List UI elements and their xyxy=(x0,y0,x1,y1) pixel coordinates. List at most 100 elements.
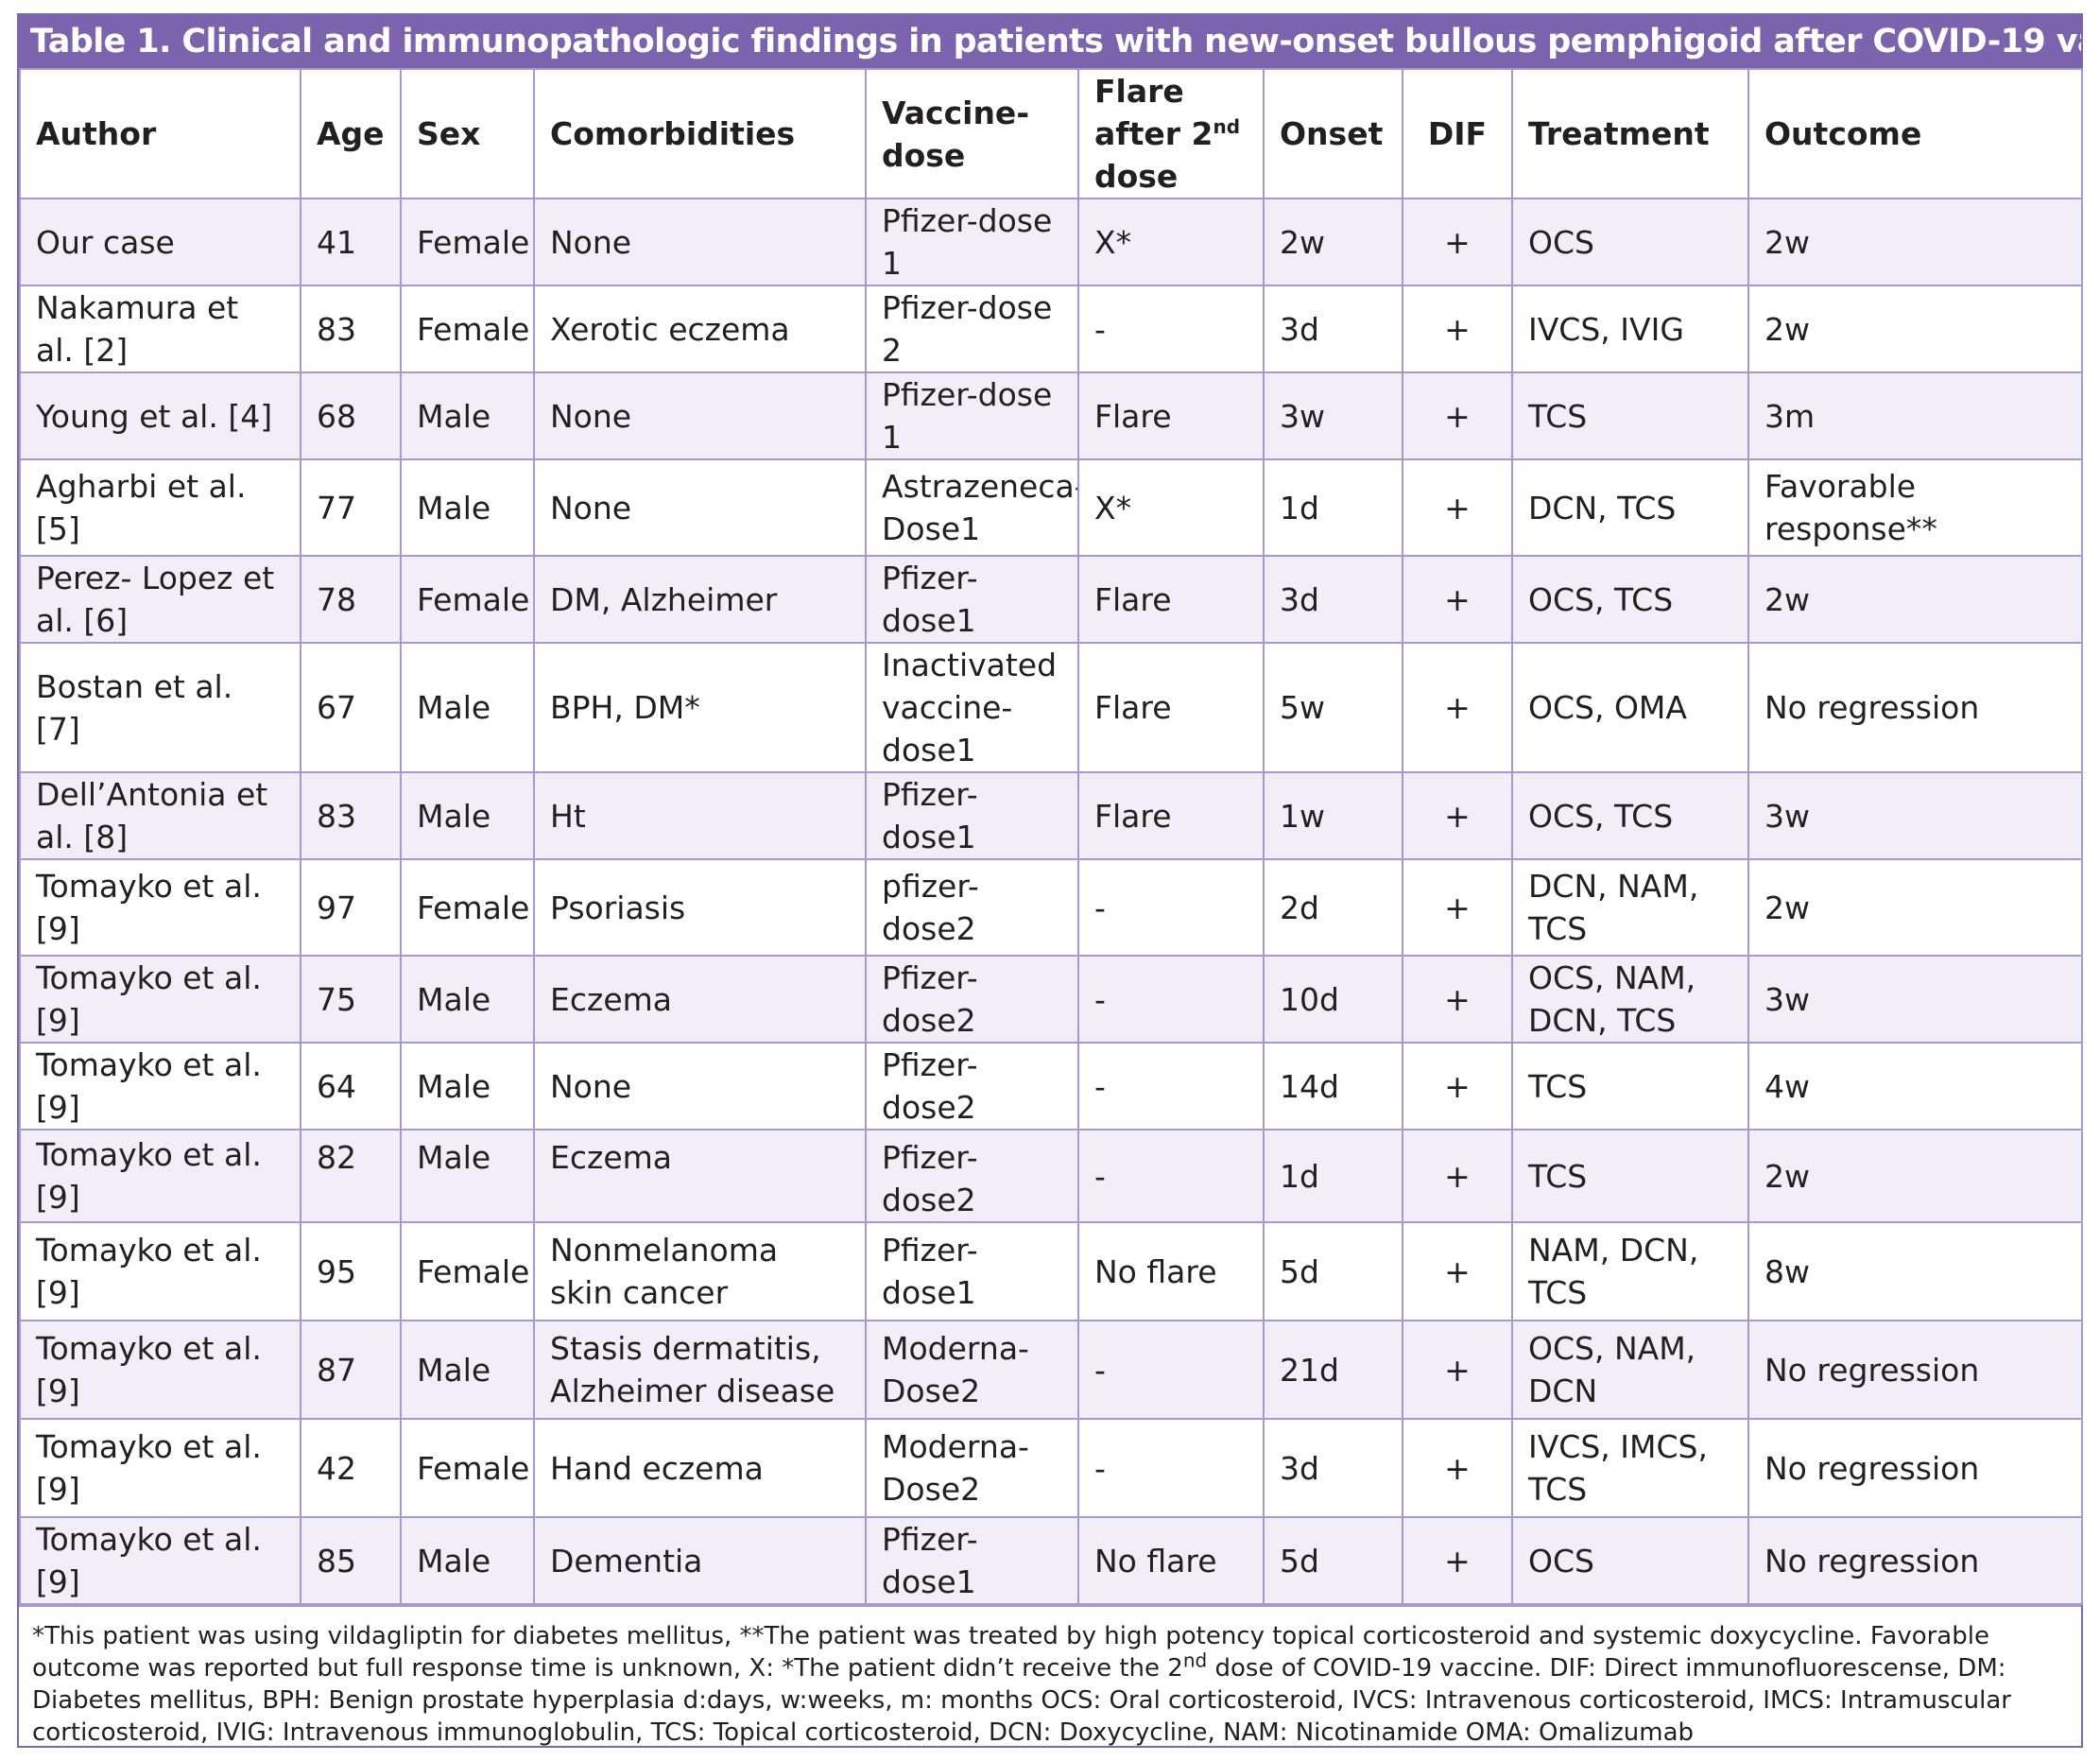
header-flare-text: Flare after 2 xyxy=(1094,73,1214,152)
cell-comorbidities: None xyxy=(533,458,867,557)
cell-author: Nakamura et al. [2] xyxy=(19,285,301,373)
header-flare: Flare after 2nd dose xyxy=(1077,68,1265,199)
cell-author: Tomayko et al. [9] xyxy=(19,1221,301,1321)
cell-flare: - xyxy=(1077,1129,1265,1223)
cell-sex: Female xyxy=(400,858,535,957)
cell-sex: Male xyxy=(400,955,535,1044)
cell-outcome: 4w xyxy=(1747,1042,2083,1131)
cell-sex: Female xyxy=(400,198,535,286)
cell-age: 83 xyxy=(300,771,402,860)
header-flare-text-end: dose xyxy=(1094,158,1179,195)
cell-comorbidities: Eczema xyxy=(533,955,867,1044)
header-onset: Onset xyxy=(1263,68,1403,199)
cell-flare: - xyxy=(1077,858,1265,957)
cell-author: Tomayko et al. [9] xyxy=(19,1320,301,1420)
cell-author: Tomayko et al. [9] xyxy=(19,1129,301,1223)
cell-treatment: OCS, TCS xyxy=(1511,555,1749,644)
cell-vaccine: Pfizer-dose 2 xyxy=(865,285,1079,373)
cell-sex: Male xyxy=(400,1042,535,1131)
cell-age: 85 xyxy=(300,1516,402,1605)
cell-treatment: OCS, OMA xyxy=(1511,642,1749,773)
cell-vaccine: Moderna-Dose2 xyxy=(865,1320,1079,1420)
table-row: Tomayko et al. [9] 64 Male None Pfizer- dose… xyxy=(19,1042,2083,1131)
cell-treatment: IVCS, IVIG xyxy=(1511,285,1749,373)
cell-flare: No flare xyxy=(1077,1516,1265,1605)
cell-sex: Female xyxy=(400,1418,535,1518)
cell-onset: 1w xyxy=(1263,771,1403,860)
table-row: Tomayko et al. [9] 75 Male Eczema Pfizer-dos… xyxy=(19,955,2083,1044)
table-body: Our case 41 Female None Pfizer-dose 1 X* 2w + OC… xyxy=(19,198,2083,1605)
cell-treatment: OCS, NAM, DCN, TCS xyxy=(1511,955,1749,1044)
table-footnote: *This patient was using vildagliptin for… xyxy=(19,1605,2081,1749)
cell-flare: X* xyxy=(1077,458,1265,557)
header-flare-sup: nd xyxy=(1213,115,1241,138)
cell-outcome: No regression xyxy=(1747,642,2083,773)
cell-treatment: OCS, TCS xyxy=(1511,771,1749,860)
cell-flare: - xyxy=(1077,1042,1265,1131)
table-row: Dell’Antonia et al. [8] 83 Male Ht Pfizer- d… xyxy=(19,771,2083,860)
cell-author: Agharbi et al. [5] xyxy=(19,458,301,557)
cell-outcome: 2w xyxy=(1747,1129,2083,1223)
cell-onset: 3d xyxy=(1263,1418,1403,1518)
cell-outcome: 3m xyxy=(1747,371,2083,460)
cell-outcome: 8w xyxy=(1747,1221,2083,1321)
cell-comorbidities: Hand eczema xyxy=(533,1418,867,1518)
cell-dif: + xyxy=(1402,1221,1513,1321)
cell-flare: - xyxy=(1077,955,1265,1044)
table-row: Tomayko et al. [9] 95 Female Nonmelanoma sk… xyxy=(19,1221,2083,1321)
cell-vaccine: Pfizer- dose2 xyxy=(865,1042,1079,1131)
header-row: Author Age Sex Comorbidities Vaccine-dos… xyxy=(19,68,2083,199)
cell-sex: Female xyxy=(400,1221,535,1321)
cell-sex: Male xyxy=(400,458,535,557)
cell-vaccine: Pfizer-dose2 xyxy=(865,955,1079,1044)
cell-outcome: 2w xyxy=(1747,858,2083,957)
cell-outcome: Favorable response** xyxy=(1747,458,2083,557)
cell-flare: Flare xyxy=(1077,371,1265,460)
cell-comorbidities: Xerotic eczema xyxy=(533,285,867,373)
table-row: Tomayko et al. [9] 42 Female Hand eczema Mod… xyxy=(19,1418,2083,1518)
table-row: Tomayko et al. [9] 87 Male Stasis dermatiti… xyxy=(19,1320,2083,1420)
cell-vaccine: Inactivated vaccine-dose1 xyxy=(865,642,1079,773)
cell-comorbidities: Psoriasis xyxy=(533,858,867,957)
header-comorbidities: Comorbidities xyxy=(533,68,867,199)
cell-onset: 21d xyxy=(1263,1320,1403,1420)
cell-onset: 10d xyxy=(1263,955,1403,1044)
cell-onset: 14d xyxy=(1263,1042,1403,1131)
cell-comorbidities: Ht xyxy=(533,771,867,860)
table-row: Tomayko et al. [9] 85 Male Dementia Pfizer-d… xyxy=(19,1516,2083,1605)
cell-dif: + xyxy=(1402,1516,1513,1605)
cell-dif: + xyxy=(1402,858,1513,957)
cell-treatment: TCS xyxy=(1511,1042,1749,1131)
cell-age: 64 xyxy=(300,1042,402,1131)
cell-treatment: TCS xyxy=(1511,1129,1749,1223)
cell-vaccine: Pfizer-dose1 xyxy=(865,1221,1079,1321)
cell-comorbidities: Dementia xyxy=(533,1516,867,1605)
cell-comorbidities: Nonmelanoma skin cancer xyxy=(533,1221,867,1321)
cell-flare: Flare xyxy=(1077,555,1265,644)
cell-age: 87 xyxy=(300,1320,402,1420)
table-row: Young et al. [4] 68 Male None Pfizer-dose 1F… xyxy=(19,371,2083,460)
cell-comorbidities: Eczema xyxy=(533,1129,867,1223)
cell-treatment: IVCS, IMCS, TCS xyxy=(1511,1418,1749,1518)
cell-sex: Male xyxy=(400,371,535,460)
cell-flare: - xyxy=(1077,1320,1265,1420)
cell-vaccine: pfizer- dose2 xyxy=(865,858,1079,957)
cell-vaccine: Pfizer- dose1 xyxy=(865,771,1079,860)
table-figure: Table 1. Clinical and immunopathologic f… xyxy=(17,13,2083,1748)
table-row: Perez- Lopez et al. [6] 78 Female DM, Alzhe… xyxy=(19,555,2083,644)
cell-onset: 2d xyxy=(1263,858,1403,957)
cell-dif: + xyxy=(1402,1129,1513,1223)
cell-treatment: OCS, NAM, DCN xyxy=(1511,1320,1749,1420)
table-title: Table 1. Clinical and immunopathologic f… xyxy=(19,15,2081,68)
cell-dif: + xyxy=(1402,1418,1513,1518)
header-sex: Sex xyxy=(400,68,535,199)
cell-outcome: No regression xyxy=(1747,1516,2083,1605)
cell-onset: 3d xyxy=(1263,285,1403,373)
cell-author: Tomayko et al. [9] xyxy=(19,1042,301,1131)
header-author: Author xyxy=(19,68,301,199)
cell-onset: 5d xyxy=(1263,1221,1403,1321)
cell-sex: Female xyxy=(400,285,535,373)
cell-sex: Male xyxy=(400,1129,535,1223)
cell-sex: Male xyxy=(400,1516,535,1605)
cell-dif: + xyxy=(1402,285,1513,373)
